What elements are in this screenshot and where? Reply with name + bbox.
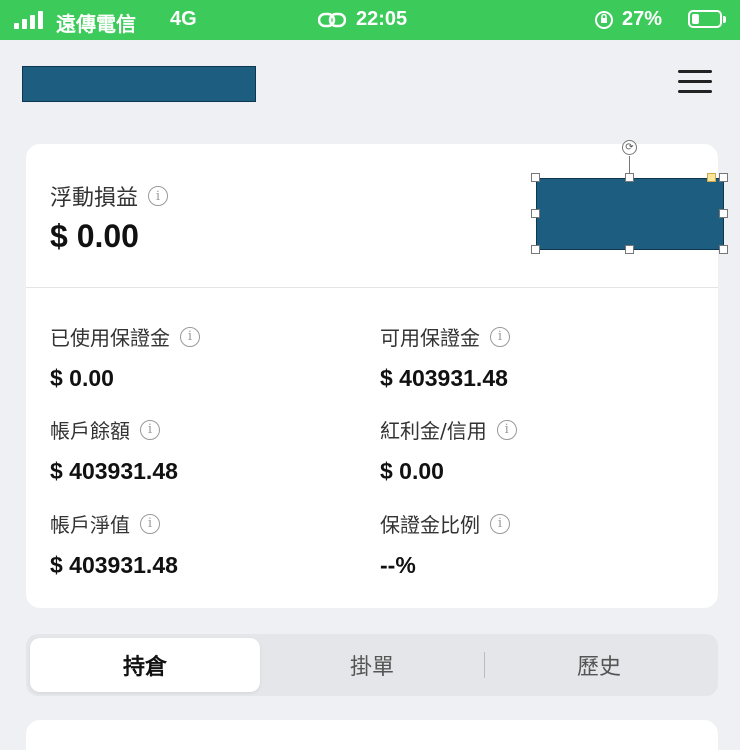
adjust-handle[interactable] bbox=[707, 173, 716, 182]
metric-account-equity: 帳戶淨值 i $ 403931.48 bbox=[50, 509, 178, 579]
divider bbox=[26, 287, 718, 288]
metric-value: --% bbox=[380, 552, 416, 578]
metric-used-margin: 已使用保證金 i $ 0.00 bbox=[50, 322, 200, 392]
metric-value: $ 403931.48 bbox=[50, 552, 178, 578]
tab-history[interactable]: 歷史 bbox=[484, 638, 714, 692]
info-icon[interactable]: i bbox=[490, 326, 510, 347]
info-icon[interactable]: i bbox=[140, 419, 160, 440]
floating-pl-label-row: 浮動損益 i bbox=[50, 180, 169, 212]
tab-positions[interactable]: 持倉 bbox=[30, 638, 260, 692]
segmented-tabs: 持倉 掛單 歷史 bbox=[26, 634, 718, 696]
metric-value: $ 0.00 bbox=[50, 365, 114, 391]
resize-handle[interactable] bbox=[625, 173, 634, 182]
link-icon bbox=[318, 12, 346, 28]
resize-handle[interactable] bbox=[719, 245, 728, 254]
metric-label: 帳戶餘額 bbox=[50, 419, 130, 443]
carrier-name: 遠傳電信 bbox=[56, 14, 136, 36]
status-bar: 遠傳電信 4G 22:05 27% bbox=[0, 0, 740, 40]
info-icon[interactable]: i bbox=[496, 419, 517, 440]
floating-pl-label: 浮動損益 bbox=[50, 186, 139, 211]
hamburger-menu-icon[interactable] bbox=[676, 68, 714, 96]
rotation-lock-icon bbox=[595, 11, 613, 29]
resize-handle[interactable] bbox=[531, 209, 540, 218]
info-icon[interactable]: i bbox=[490, 513, 510, 534]
metric-label: 帳戶淨值 bbox=[50, 513, 130, 537]
info-icon[interactable]: i bbox=[148, 186, 169, 206]
resize-handle[interactable] bbox=[531, 245, 540, 254]
metric-label: 保證金比例 bbox=[380, 513, 480, 537]
metric-value: $ 403931.48 bbox=[380, 365, 508, 391]
resize-handle[interactable] bbox=[719, 173, 728, 182]
metric-margin-ratio: 保證金比例 i --% bbox=[380, 509, 510, 579]
metric-bonus-credit: 紅利金/信用 i $ 0.00 bbox=[380, 415, 517, 485]
info-icon[interactable]: i bbox=[140, 513, 160, 534]
metric-value: $ 0.00 bbox=[380, 458, 444, 484]
metric-label: 紅利金/信用 bbox=[380, 419, 487, 443]
signal-icon bbox=[14, 11, 48, 29]
metric-value: $ 403931.48 bbox=[50, 458, 178, 484]
account-summary-card: 浮動損益 i $ 0.00 ⟳ 已使用保證金 i $ 0.00 可用保證金 i $ … bbox=[26, 140, 728, 608]
metric-label: 已使用保證金 bbox=[50, 326, 170, 350]
positions-list-card bbox=[26, 720, 718, 750]
metric-account-balance: 帳戶餘額 i $ 403931.48 bbox=[50, 415, 178, 485]
metric-available-margin: 可用保證金 i $ 403931.48 bbox=[380, 322, 510, 392]
clock: 22:05 bbox=[356, 8, 408, 30]
rotate-handle-icon[interactable]: ⟳ bbox=[622, 140, 637, 155]
floating-pl-value: $ 0.00 bbox=[50, 218, 139, 254]
battery-percentage: 27% bbox=[622, 8, 663, 30]
resize-handle[interactable] bbox=[625, 245, 634, 254]
network-type: 4G bbox=[170, 8, 197, 30]
redacted-logo bbox=[22, 66, 256, 102]
resize-handle[interactable] bbox=[719, 209, 728, 218]
battery-icon bbox=[688, 10, 726, 28]
redacted-selected-box[interactable] bbox=[536, 178, 724, 250]
resize-handle[interactable] bbox=[531, 173, 540, 182]
info-icon[interactable]: i bbox=[180, 326, 200, 347]
battery-level bbox=[692, 14, 699, 24]
tab-pending-orders[interactable]: 掛單 bbox=[257, 638, 487, 692]
metric-label: 可用保證金 bbox=[380, 326, 480, 350]
